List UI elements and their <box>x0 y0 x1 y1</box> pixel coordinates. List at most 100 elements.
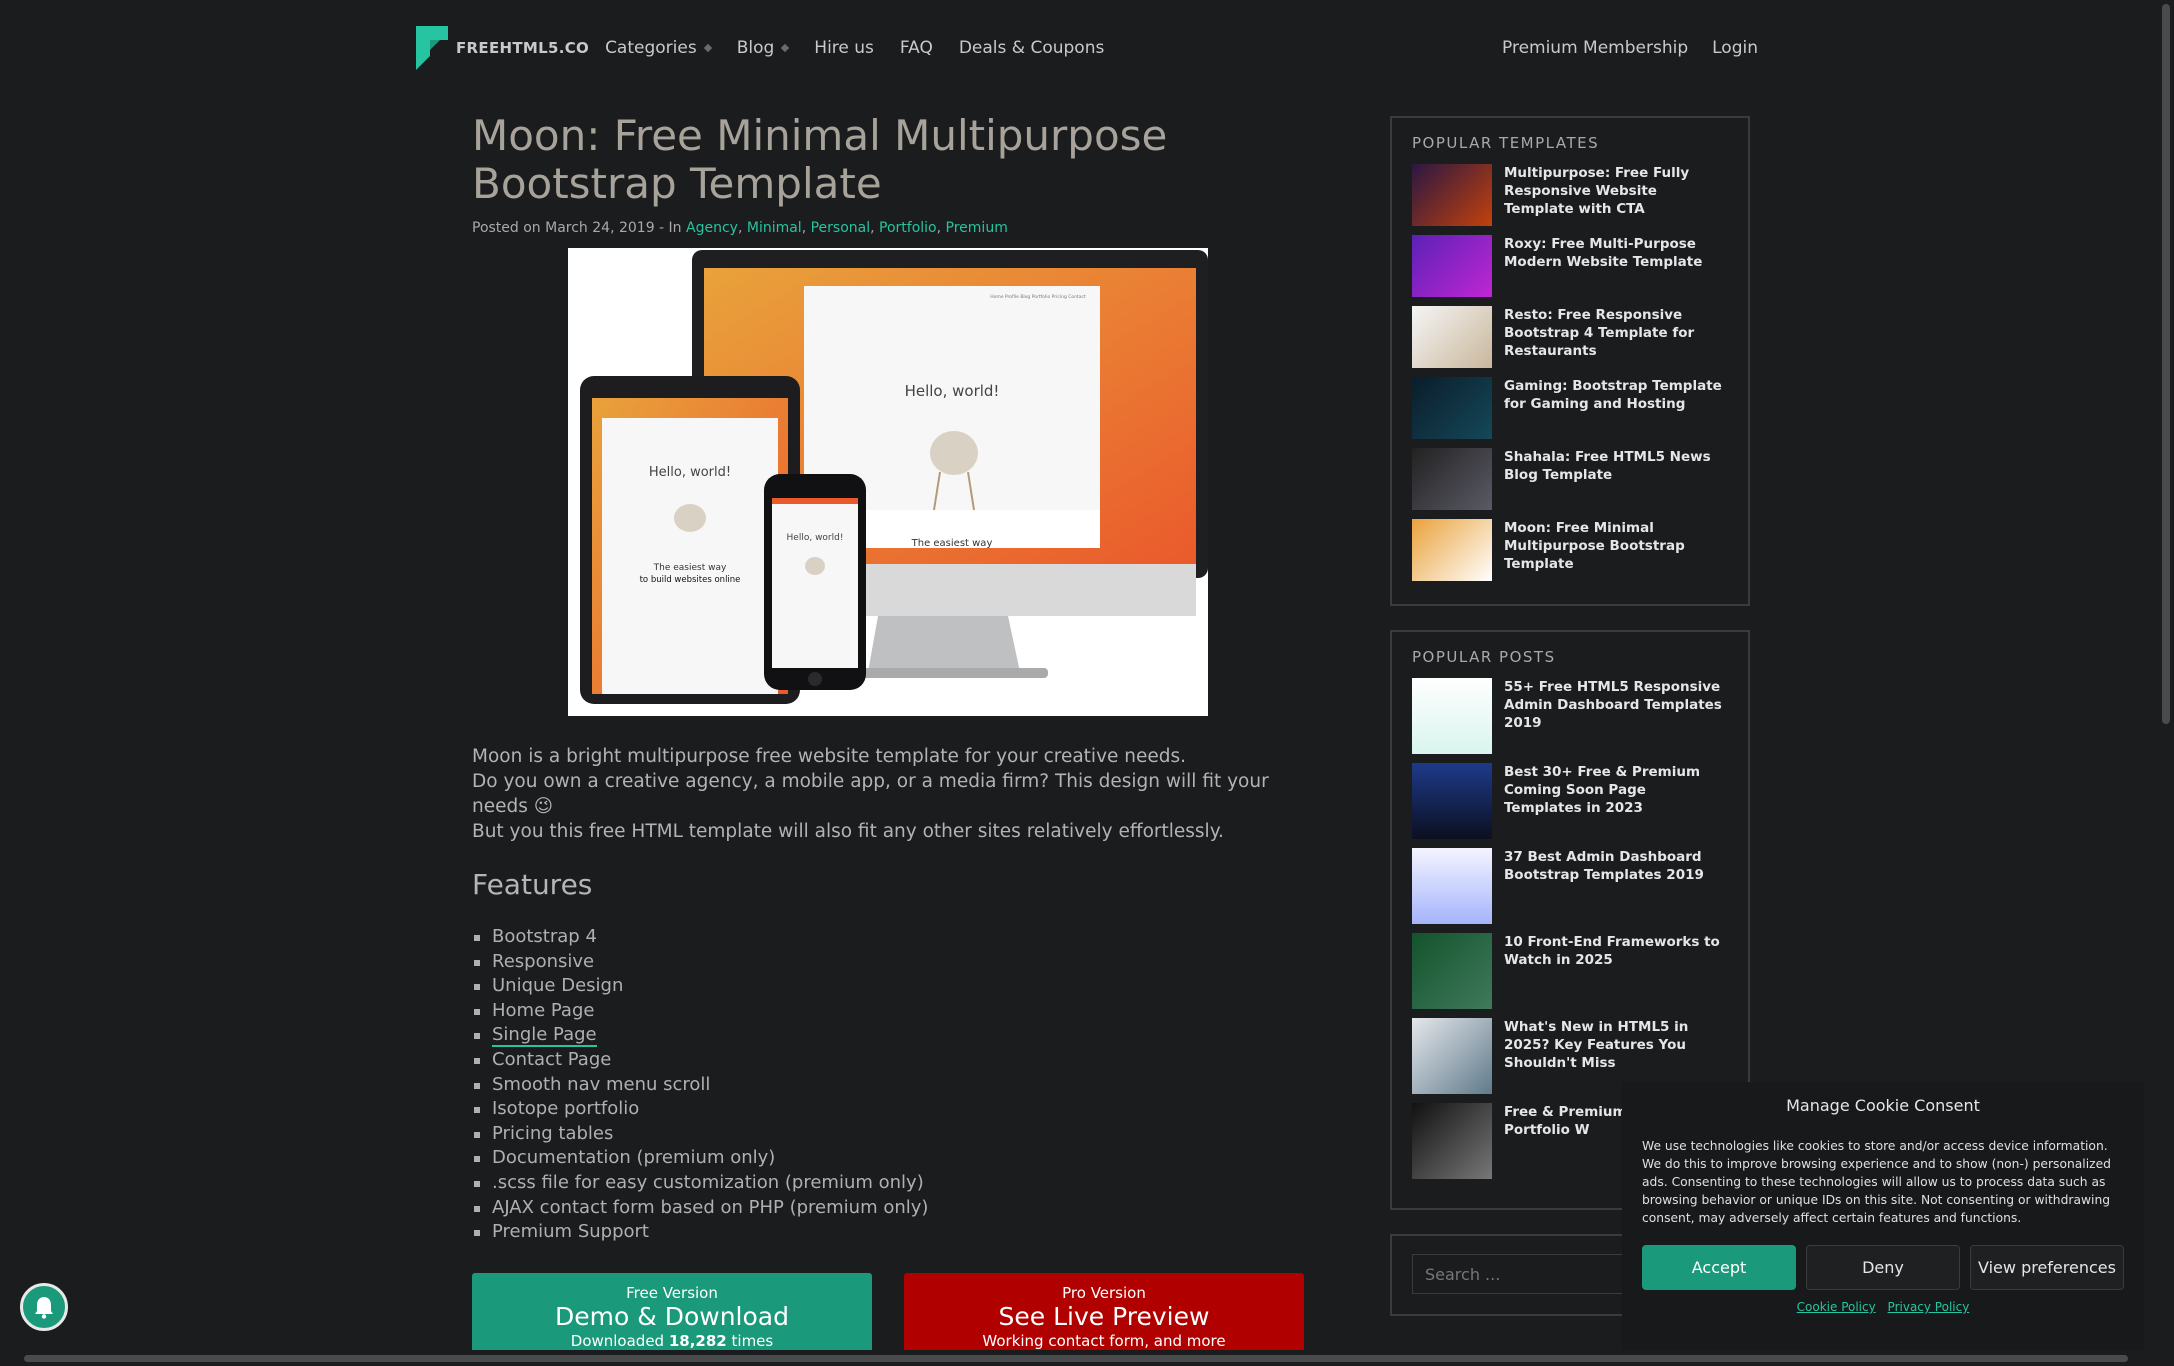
template-thumbnail <box>1412 235 1492 297</box>
cta-pro-big: See Live Preview <box>998 1301 1210 1331</box>
post-thumbnail <box>1412 678 1492 754</box>
popular-template-item[interactable]: Multipurpose: Free Fully Responsive Webs… <box>1412 164 1728 226</box>
nav-label: Categories <box>605 38 697 58</box>
dropdown-diamond-icon <box>781 43 790 53</box>
dropdown-diamond-icon <box>703 43 712 53</box>
template-title: Roxy: Free Multi-Purpose Modern Website … <box>1504 236 1703 270</box>
cookie-buttons: Accept Deny View preferences <box>1642 1245 2124 1290</box>
feature-item: Isotope portfolio <box>472 1097 1312 1122</box>
template-title: Resto: Free Responsive Bootstrap 4 Templ… <box>1504 307 1695 359</box>
nav-item-faq[interactable]: FAQ <box>900 38 933 58</box>
feature-item: Documentation (premium only) <box>472 1146 1312 1171</box>
cta-free-sub-post: times <box>726 1331 774 1350</box>
nav-item-deals[interactable]: Deals & Coupons <box>959 38 1104 58</box>
scrollbar-thumb[interactable] <box>2162 4 2170 724</box>
feature-item: Premium Support <box>472 1220 1312 1245</box>
demo-download-button[interactable]: Free Version Demo & Download Downloaded … <box>472 1272 872 1361</box>
tag-link[interactable]: Personal <box>811 220 871 236</box>
popular-post-item[interactable]: Best 30+ Free & Premium Coming Soon Page… <box>1412 763 1728 839</box>
post-title: Best 30+ Free & Premium Coming Soon Page… <box>1504 764 1701 816</box>
cta-pro-top: Pro Version <box>1062 1283 1146 1302</box>
hero-tablet-hello: Hello, world! <box>649 465 731 480</box>
cta-free-top: Free Version <box>626 1283 718 1302</box>
feature-item: Unique Design <box>472 974 1312 999</box>
template-title: Multipurpose: Free Fully Responsive Webs… <box>1504 165 1690 217</box>
template-thumbnail <box>1412 164 1492 226</box>
feature-item: Single Page <box>472 1023 1312 1048</box>
popular-template-item[interactable]: Moon: Free Minimal Multipurpose Bootstra… <box>1412 519 1728 581</box>
tag-link[interactable]: Minimal <box>747 220 802 236</box>
feature-item: AJAX contact form based on PHP (premium … <box>472 1196 1312 1221</box>
nav-item-login[interactable]: Login <box>1712 38 1758 58</box>
features-heading: Features <box>472 868 593 901</box>
hero-phone-hello: Hello, world! <box>787 533 844 543</box>
deny-button[interactable]: Deny <box>1806 1245 1960 1290</box>
intro-text: Moon is a bright multipurpose free websi… <box>472 744 1312 844</box>
feature-item: .scss file for easy customization (premi… <box>472 1171 1312 1196</box>
hero-tablet-easiest: The easiest way <box>653 563 727 573</box>
template-thumbnail <box>1412 306 1492 368</box>
view-preferences-button[interactable]: View preferences <box>1970 1245 2124 1290</box>
cookie-text: We use technologies like cookies to stor… <box>1642 1139 2111 1225</box>
nav-label: Blog <box>736 38 775 58</box>
feature-item: Home Page <box>472 999 1312 1024</box>
feature-item: Bootstrap 4 <box>472 925 1312 950</box>
nav-item-hire-us[interactable]: Hire us <box>814 38 874 58</box>
post-meta: Posted on March 24, 2019 - In Agency, Mi… <box>472 220 1008 236</box>
popular-template-item[interactable]: Shahala: Free HTML5 News Blog Template <box>1412 448 1728 510</box>
bell-icon <box>35 1297 53 1319</box>
popular-post-item[interactable]: 10 Front-End Frameworks to Watch in 2025 <box>1412 933 1728 1009</box>
post-thumbnail <box>1412 1103 1492 1179</box>
popular-post-item[interactable]: 37 Best Admin Dashboard Bootstrap Templa… <box>1412 848 1728 924</box>
popular-templates-box: POPULAR TEMPLATES Multipurpose: Free Ful… <box>1390 116 1750 606</box>
popular-template-item[interactable]: Roxy: Free Multi-Purpose Modern Website … <box>1412 235 1728 297</box>
nav-item-premium-membership[interactable]: Premium Membership <box>1502 38 1688 58</box>
feature-item: Pricing tables <box>472 1122 1312 1147</box>
tag-link[interactable]: Premium <box>946 220 1008 236</box>
notification-bell-button[interactable] <box>20 1283 68 1331</box>
privacy-policy-link[interactable]: Privacy Policy <box>1888 1300 1970 1314</box>
nav-item-categories[interactable]: Categories <box>605 38 712 58</box>
template-title: Shahala: Free HTML5 News Blog Template <box>1504 449 1711 483</box>
logo-text: FREEHTML5.CO <box>456 39 590 57</box>
post-thumbnail <box>1412 848 1492 924</box>
accept-button[interactable]: Accept <box>1642 1245 1796 1290</box>
vertical-scrollbar[interactable] <box>2158 0 2174 1350</box>
popular-template-item[interactable]: Resto: Free Responsive Bootstrap 4 Templ… <box>1412 306 1728 368</box>
cookie-policy-link[interactable]: Cookie Policy <box>1797 1300 1876 1314</box>
intro-line: But you this free HTML template will als… <box>472 821 1224 842</box>
popular-templates-heading: POPULAR TEMPLATES <box>1412 134 1600 152</box>
features-list: Bootstrap 4 Responsive Unique Design Hom… <box>472 925 1312 1245</box>
post-date: Posted on March 24, 2019 - In <box>472 220 682 236</box>
template-thumbnail <box>1412 519 1492 581</box>
template-title: Moon: Free Minimal Multipurpose Bootstra… <box>1504 520 1685 572</box>
single-page-link[interactable]: Single Page <box>492 1024 597 1048</box>
popular-post-item[interactable]: 55+ Free HTML5 Responsive Admin Dashboar… <box>1412 678 1728 754</box>
cta-free-big: Demo & Download <box>555 1301 789 1331</box>
page-title: Moon: Free Minimal Multipurpose Bootstra… <box>472 111 1168 208</box>
hero-monitor-hello: Hello, world! <box>905 382 1000 400</box>
cta-free-sub-pre: Downloaded <box>570 1331 669 1350</box>
live-preview-button[interactable]: Pro Version See Live Preview Working con… <box>904 1272 1304 1361</box>
tag-link[interactable]: Portfolio <box>879 220 937 236</box>
article: Moon: Free Minimal Multipurpose Bootstra… <box>472 112 1312 1361</box>
tag-link[interactable]: Agency <box>686 220 738 236</box>
post-title: 10 Front-End Frameworks to Watch in 2025 <box>1504 934 1720 968</box>
cookie-title: Manage Cookie Consent <box>1786 1096 1980 1115</box>
popular-template-item[interactable]: Gaming: Bootstrap Template for Gaming an… <box>1412 377 1728 439</box>
cookie-consent-banner: Manage Cookie Consent We use technologie… <box>1622 1082 2144 1366</box>
hero-monitor-nav: Home Profile Blog Portfolio Pricing Cont… <box>990 294 1086 300</box>
template-thumbnail <box>1412 377 1492 439</box>
site-logo[interactable]: FREEHTML5.CO <box>416 26 589 70</box>
scrollbar-thumb[interactable] <box>24 1355 2128 1362</box>
nav-item-blog[interactable]: Blog <box>736 38 790 58</box>
feature-item: Smooth nav menu scroll <box>472 1073 1312 1098</box>
template-thumbnail <box>1412 448 1492 510</box>
cta-row: Free Version Demo & Download Downloaded … <box>472 1272 1312 1361</box>
post-thumbnail <box>1412 763 1492 839</box>
hero-image: Hello, world! The easiest way Home Profi… <box>568 248 1208 716</box>
horizontal-scrollbar[interactable] <box>0 1350 2158 1366</box>
post-thumbnail <box>1412 1018 1492 1094</box>
intro-line: Do you own a creative agency, a mobile a… <box>472 771 1269 817</box>
cta-free-sub: Downloaded 18,282 times <box>571 1332 773 1350</box>
